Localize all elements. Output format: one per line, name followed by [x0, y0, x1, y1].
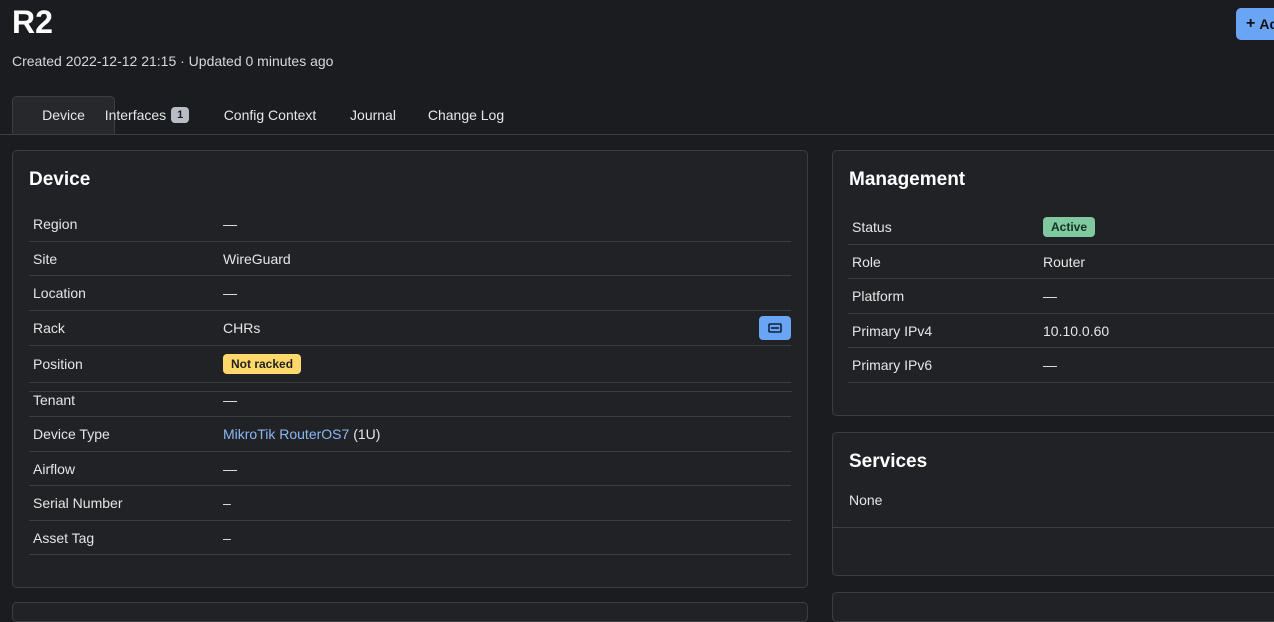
row-value: — — [1043, 357, 1057, 373]
row-label: Device Type — [33, 426, 110, 442]
tab-label: Config Context — [223, 107, 317, 123]
tab-interfaces[interactable]: Interfaces 1 — [96, 96, 198, 134]
table-row-asset-tag: Asset Tag – — [29, 521, 791, 555]
page-title: R2 — [12, 4, 53, 40]
site-link[interactable]: WireGuard — [223, 251, 291, 267]
table-row-role: Role Router — [848, 245, 1274, 279]
add-button-label: Ad — [1259, 16, 1274, 32]
row-value: — — [223, 391, 237, 408]
row-label: Asset Tag — [33, 529, 95, 546]
table-row-site: Site WireGuard — [29, 242, 791, 276]
row-label: Primary IPv4 — [852, 322, 933, 339]
row-value: — — [1043, 288, 1057, 304]
row-value: — — [223, 216, 237, 232]
row-label: Rack — [33, 320, 65, 336]
next-card — [832, 592, 1274, 622]
tab-label: Change Log — [427, 107, 505, 123]
divider — [833, 527, 1274, 528]
card-title: Management — [849, 169, 966, 190]
table-row-device-type: Device Type MikroTik RouterOS7 (1U) — [29, 417, 791, 452]
row-label: Serial Number — [33, 495, 123, 511]
table-row-primary-ipv6: Primary IPv6 — — [848, 348, 1274, 383]
row-value: – — [223, 495, 231, 511]
row-label: Primary IPv6 — [852, 357, 933, 373]
table-row-region: Region — — [29, 207, 791, 242]
row-label: Airflow — [33, 460, 76, 477]
row-value: – — [223, 529, 231, 546]
row-value: — — [223, 285, 237, 301]
tab-journal[interactable]: Journal — [338, 96, 408, 134]
status-badge: Not racked — [223, 354, 302, 374]
row-label: Region — [33, 216, 78, 232]
tab-config-context[interactable]: Config Context — [210, 96, 330, 134]
table-row-location: Location — — [29, 276, 791, 311]
row-label: Site — [33, 250, 58, 267]
table-row-airflow: Airflow — — [29, 452, 791, 486]
plus-icon: + — [1246, 15, 1256, 32]
interfaces-count-badge: 1 — [171, 107, 190, 123]
tab-bar: Device Interfaces 1 Config Context Journ… — [0, 96, 1274, 135]
device-type-link[interactable]: MikroTik RouterOS7 — [223, 426, 349, 442]
page-subtitle: Created 2022-12-12 21:15 · Updated 0 min… — [12, 53, 334, 69]
table-row-position: Position Not racked — [29, 346, 791, 383]
tab-change-log[interactable]: Change Log — [416, 96, 516, 134]
rack-link[interactable]: CHRs — [223, 320, 260, 336]
card-title: Services — [849, 451, 928, 472]
tab-label: Journal — [350, 107, 396, 123]
row-label: Role — [852, 253, 881, 270]
table-row-tenant: Tenant — — [29, 383, 791, 417]
tab-label: Device — [42, 107, 85, 123]
row-value: — — [223, 460, 237, 477]
table-row-status: Status Active — [848, 209, 1274, 245]
next-card — [12, 602, 808, 622]
row-label: Position — [33, 356, 83, 372]
table-row-platform: Platform — — [848, 279, 1274, 314]
row-label: Status — [852, 218, 892, 235]
services-empty-text: None — [849, 492, 883, 508]
row-label: Platform — [852, 288, 905, 304]
rack-icon — [768, 323, 782, 333]
role-link[interactable]: Router — [1043, 254, 1085, 270]
primary-ipv4-link[interactable]: 10.10.0.60 — [1043, 323, 1109, 339]
rack-view-button[interactable] — [759, 316, 791, 340]
device-type-height: (1U) — [353, 426, 381, 442]
services-card: Services None — [832, 432, 1274, 576]
table-row-rack: Rack CHRs — [29, 311, 791, 346]
row-label: Tenant — [33, 391, 76, 408]
row-label: Location — [33, 285, 86, 301]
table-row-primary-ipv4: Primary IPv4 10.10.0.60 — [848, 314, 1274, 348]
table-row-serial-number: Serial Number – — [29, 486, 791, 521]
add-components-button[interactable]: + Ad — [1236, 8, 1274, 40]
card-title: Device — [29, 169, 91, 190]
status-badge: Active — [1043, 216, 1096, 237]
tab-label: Interfaces — [104, 107, 167, 123]
